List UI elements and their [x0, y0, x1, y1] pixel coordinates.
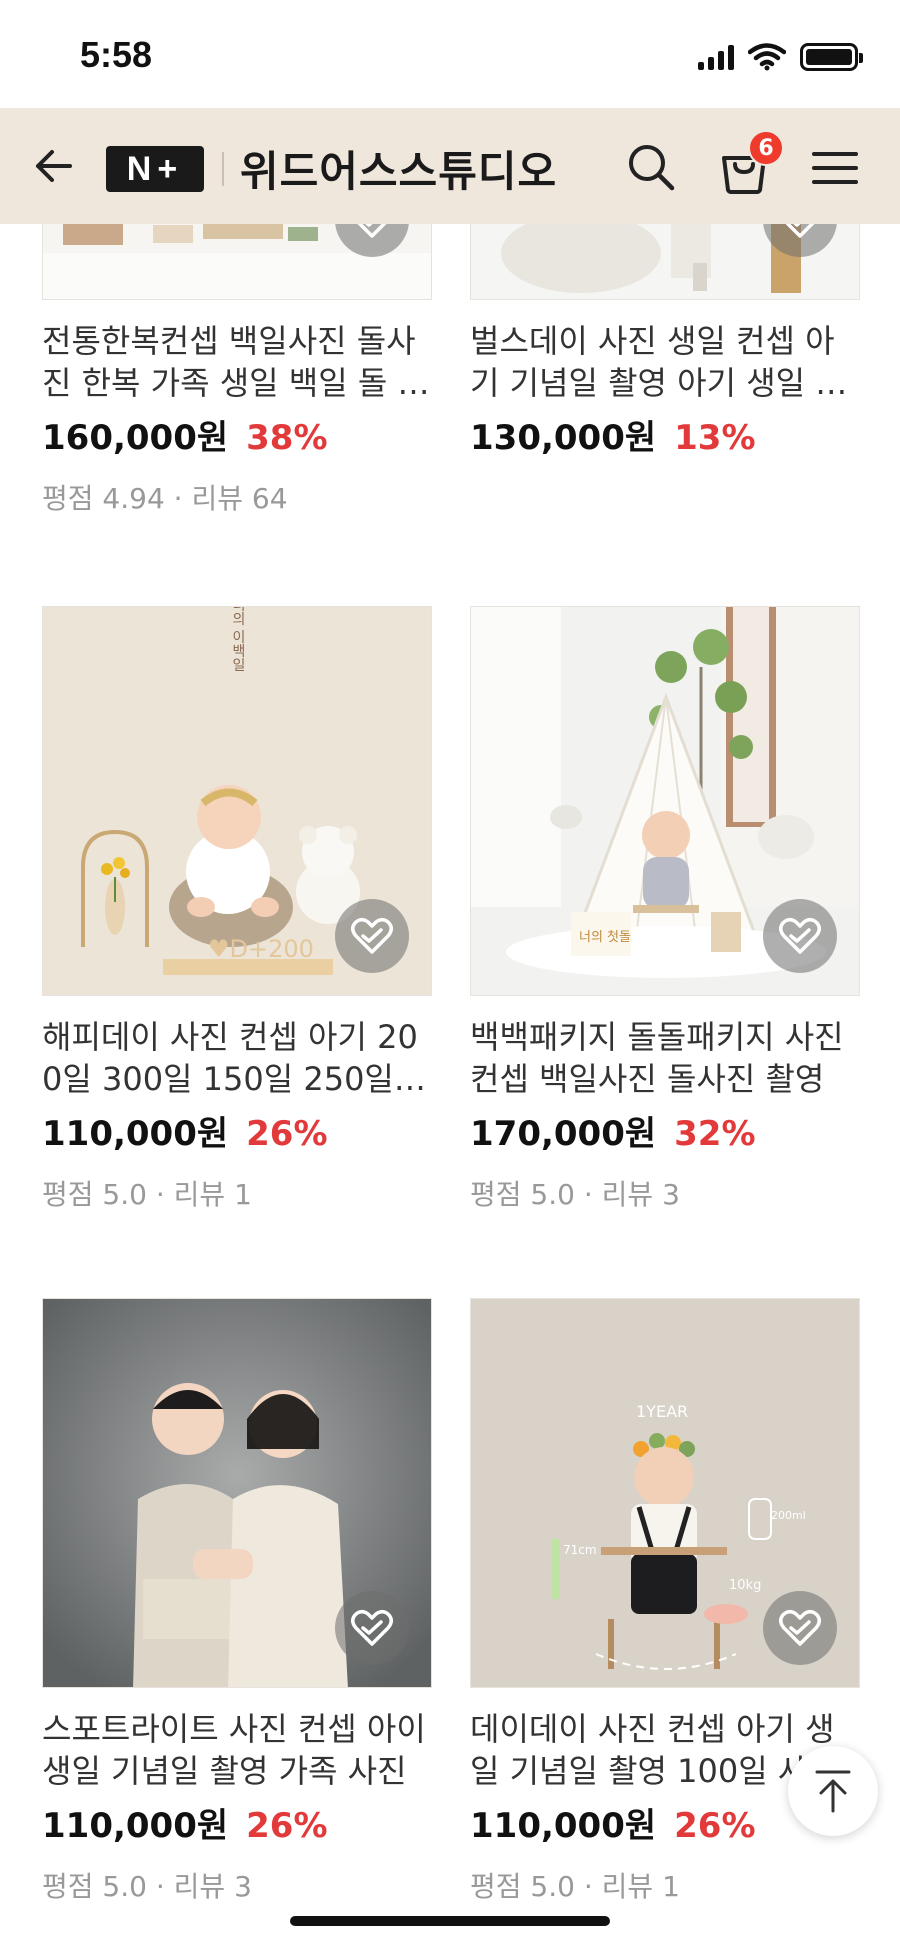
rating-review: 평점 5.0 · 리뷰 1	[42, 1178, 252, 1211]
arrow-up-icon	[815, 1770, 851, 1813]
product-image[interactable]	[42, 1298, 432, 1688]
rating-review: 평점 5.0 · 리뷰 3	[470, 1178, 680, 1211]
product-price: 110,000원	[42, 1114, 229, 1154]
product-image[interactable]: 너의 첫돌	[470, 606, 860, 996]
product-image[interactable]: 1YEAR 71cm 200ml 10kg	[470, 1298, 860, 1688]
discount-rate: 38%	[246, 418, 328, 458]
nplus-logo[interactable]: N+	[106, 146, 204, 192]
product-card[interactable]: 스포트라이트 사진 컨셉 아이 생일 기념일 촬영 가족 사진 110,000원…	[42, 1298, 432, 1905]
photo-milk-text: 200ml	[771, 1509, 806, 1522]
discount-rate: 26%	[246, 1114, 328, 1154]
product-image[interactable]	[42, 222, 432, 300]
product-title[interactable]: 백백패키지 돌돌패키지 사진 컨셉 백일사진 돌사진 촬영	[470, 1016, 860, 1100]
price-row: 110,000원 26%	[42, 1798, 432, 1847]
status-icons	[698, 40, 863, 74]
wifi-icon	[748, 43, 786, 71]
cellular-signal-icon	[698, 44, 734, 70]
product-image[interactable]: 은 · 너의 이백일 ♥D+200	[42, 606, 432, 996]
scroll-to-top-button[interactable]	[788, 1746, 878, 1836]
rating-review: 평점 5.0 · 리뷰 1	[470, 1870, 680, 1903]
product-price: 110,000원	[470, 1806, 657, 1846]
discount-rate: 13%	[674, 418, 756, 458]
price-row: 110,000원 26%	[42, 1106, 432, 1155]
home-indicator[interactable]	[290, 1916, 610, 1926]
product-title[interactable]: 벌스데이 사진 생일 컨셉 아기 기념일 촬영 아기 생일 기념 사진	[470, 320, 860, 404]
product-card[interactable]: 은 · 너의 이백일 ♥D+200 해피데이 사진 컨셉 아기 200일 300…	[42, 606, 432, 1213]
wishlist-button[interactable]	[335, 1591, 409, 1665]
photo-sign-text: ♥D+200	[208, 935, 314, 963]
product-price: 170,000원	[470, 1114, 657, 1154]
product-card[interactable]: 벌스데이 사진 생일 컨셉 아기 기념일 촬영 아기 생일 기념 사진 130,…	[470, 222, 860, 459]
store-name[interactable]: 위드어스스튜디오	[240, 138, 557, 199]
price-row: 160,000원 38%	[42, 410, 432, 459]
heart-icon	[351, 918, 393, 954]
heart-icon	[784, 223, 816, 238]
photo-sign-text: 너의 첫돌	[579, 930, 631, 945]
photo-height-text: 71cm	[563, 1543, 597, 1557]
product-card[interactable]: 전통한복컨셉 백일사진 돌사진 한복 가족 생일 백일 돌 기념 촬영 160,…	[42, 222, 432, 517]
battery-icon	[800, 43, 863, 71]
wishlist-button[interactable]	[763, 1591, 837, 1665]
wishlist-button[interactable]	[335, 899, 409, 973]
discount-rate: 32%	[674, 1114, 756, 1154]
rating-review: 평점 5.0 · 리뷰 3	[42, 1870, 252, 1903]
heart-icon	[779, 918, 821, 954]
wishlist-button[interactable]	[763, 899, 837, 973]
photo-weight-text: 10kg	[729, 1578, 761, 1593]
photo-year-text: 1YEAR	[636, 1402, 688, 1421]
product-price: 160,000원	[42, 418, 229, 458]
product-title[interactable]: 스포트라이트 사진 컨셉 아이 생일 기념일 촬영 가족 사진	[42, 1708, 432, 1792]
product-price: 130,000원	[470, 418, 657, 458]
cart-count-badge: 6	[748, 130, 784, 166]
heart-icon	[351, 1610, 393, 1646]
product-card[interactable]: 너의 첫돌 백백패키지 돌돌패키지 사진 컨셉 백일사진 돌사진 촬영 170,…	[470, 606, 860, 1213]
status-bar: 5:58	[0, 0, 900, 108]
rating-review: 평점 4.94 · 리뷰 64	[42, 482, 288, 515]
discount-rate: 26%	[674, 1806, 756, 1846]
app-header: N+ 위드어스스튜디오 6	[0, 108, 900, 224]
product-image[interactable]	[470, 222, 860, 300]
hamburger-menu-icon[interactable]	[810, 148, 860, 188]
status-time: 5:58	[80, 34, 153, 75]
back-arrow-icon[interactable]	[30, 142, 78, 190]
price-row: 130,000원 13%	[470, 410, 860, 459]
heart-icon	[779, 1610, 821, 1646]
heart-icon	[356, 223, 388, 238]
header-divider	[222, 152, 224, 186]
search-icon[interactable]	[624, 140, 678, 194]
product-price: 110,000원	[42, 1806, 229, 1846]
product-title[interactable]: 전통한복컨셉 백일사진 돌사진 한복 가족 생일 백일 돌 기념 촬영	[42, 320, 432, 404]
photo-vertical-text: 은 · 너의 이백일	[230, 607, 246, 672]
product-title[interactable]: 해피데이 사진 컨셉 아기 200일 300일 150일 250일 촬영	[42, 1016, 432, 1100]
price-row: 170,000원 32%	[470, 1106, 860, 1155]
discount-rate: 26%	[246, 1806, 328, 1846]
